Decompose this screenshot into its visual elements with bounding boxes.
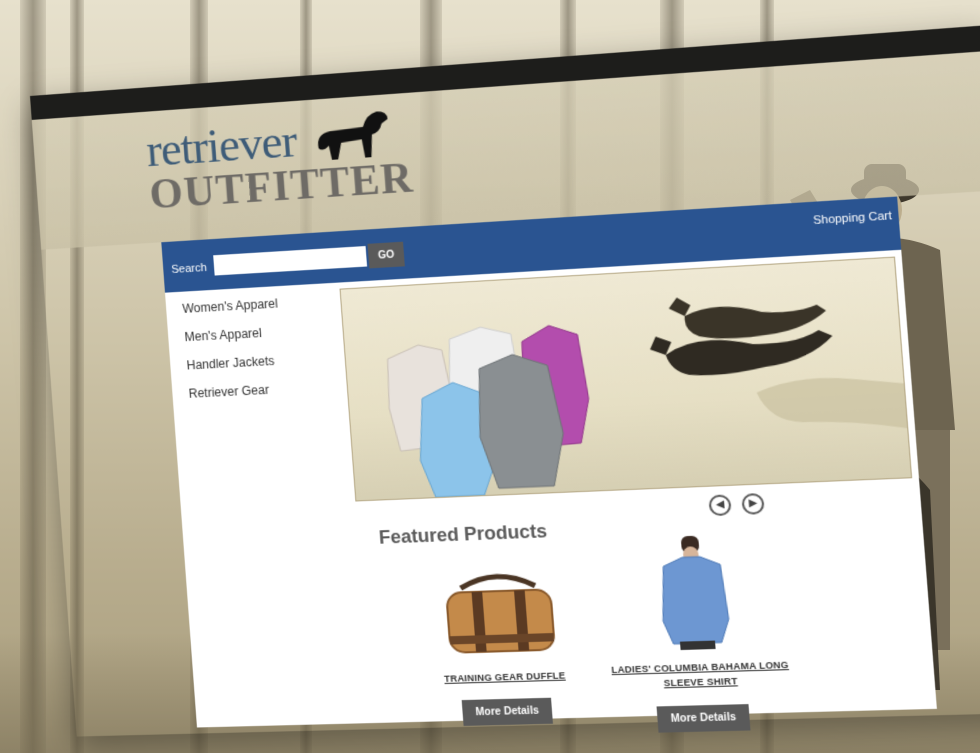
sidebar-item-handler-jackets[interactable]: Handler Jackets	[186, 351, 331, 373]
search-input[interactable]	[213, 246, 368, 276]
carousel-controls: ◀ ▶	[708, 492, 765, 517]
search-go-button[interactable]: GO	[367, 241, 405, 269]
page-content: Search GO Shopping Cart Women's Apparel …	[161, 196, 937, 733]
featured-products-heading: Featured Products	[378, 520, 548, 548]
retriever-outfitter-logo[interactable]: retriever OUTFITTER	[145, 109, 415, 219]
arrow-left-icon[interactable]: ◀	[708, 494, 732, 517]
banner-apparel-and-dogs-image	[341, 296, 908, 501]
sidebar-item-retriever-gear[interactable]: Retriever Gear	[188, 379, 333, 401]
category-sidebar: Women's Apparel Men's Apparel Handler Ja…	[182, 294, 334, 415]
hero-banner-carousel[interactable]	[339, 256, 913, 502]
more-details-button[interactable]: More Details	[461, 698, 553, 727]
product-name[interactable]: TRAINING GEAR DUFFLE	[414, 667, 596, 687]
product-name[interactable]: LADIES' COLUMBIA BAHAMA LONG SLEEVE SHIR…	[607, 657, 795, 693]
arrow-right-icon[interactable]: ▶	[741, 492, 765, 515]
website-screenshot: retriever OUTFITTER Search GO Shopping C…	[30, 25, 980, 736]
sidebar-item-mens-apparel[interactable]: Men's Apparel	[184, 322, 328, 344]
dog-silhouette-icon	[315, 110, 391, 161]
product-card-columbia-shirt[interactable]: LADIES' COLUMBIA BAHAMA LONG SLEEVE SHIR…	[597, 532, 798, 733]
shopping-cart-link[interactable]: Shopping Cart	[813, 210, 893, 228]
blue-shirt-image	[646, 535, 742, 651]
duffle-bag-image	[438, 568, 562, 661]
product-card-duffle[interactable]: TRAINING GEAR DUFFLE More Details	[407, 567, 599, 727]
sidebar-item-womens-apparel[interactable]: Women's Apparel	[182, 294, 326, 316]
more-details-button[interactable]: More Details	[656, 703, 751, 733]
search-label: Search	[171, 261, 208, 277]
